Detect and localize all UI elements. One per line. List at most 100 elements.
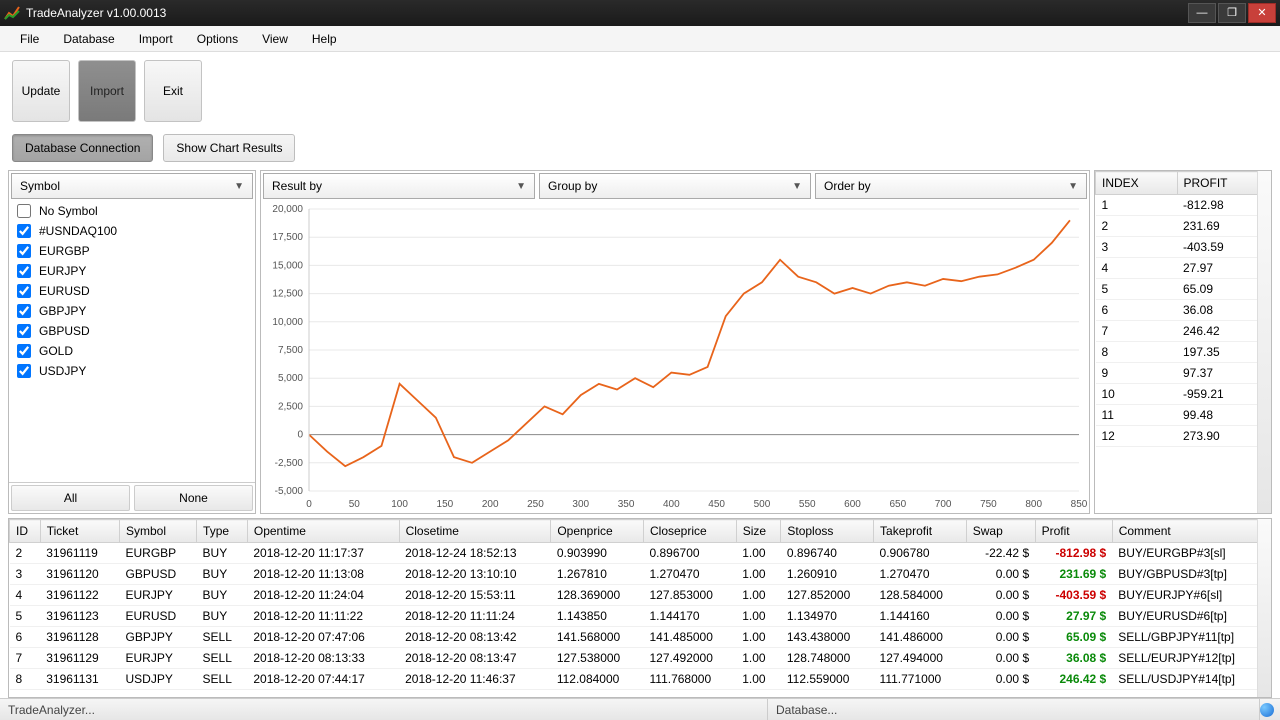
symbol-checkbox[interactable] xyxy=(17,344,31,358)
svg-text:300: 300 xyxy=(572,499,589,510)
titlebar: TradeAnalyzer v1.00.0013 — ❐ ✕ xyxy=(0,0,1280,26)
exit-button[interactable]: Exit xyxy=(144,60,202,122)
column-header[interactable]: Closeprice xyxy=(644,520,737,543)
column-header[interactable]: Type xyxy=(197,520,248,543)
symbol-checkbox[interactable] xyxy=(17,244,31,258)
column-header[interactable]: Stoploss xyxy=(781,520,874,543)
profit-row[interactable]: 10-959.21 xyxy=(1096,384,1271,405)
table-row[interactable]: 431961122EURJPYBUY2018-12-20 11:24:04201… xyxy=(10,585,1271,606)
column-header[interactable]: ID xyxy=(10,520,41,543)
column-header[interactable]: Closetime xyxy=(399,520,551,543)
status-right: Database... xyxy=(768,699,1260,720)
select-none-button[interactable]: None xyxy=(134,485,253,511)
menubar: File Database Import Options View Help xyxy=(0,26,1280,52)
svg-text:100: 100 xyxy=(391,499,408,510)
profit-row[interactable]: 1-812.98 xyxy=(1096,195,1271,216)
symbol-item[interactable]: GBPUSD xyxy=(9,321,255,341)
svg-text:850: 850 xyxy=(1071,499,1088,510)
svg-text:750: 750 xyxy=(980,499,997,510)
column-header[interactable]: Opentime xyxy=(247,520,399,543)
trades-table: IDTicketSymbolTypeOpentimeClosetimeOpenp… xyxy=(8,518,1272,698)
menu-view[interactable]: View xyxy=(250,28,300,50)
menu-database[interactable]: Database xyxy=(51,28,126,50)
profit-row[interactable]: 3-403.59 xyxy=(1096,237,1271,258)
chevron-down-icon: ▼ xyxy=(234,181,244,192)
table-row[interactable]: 231961119EURGBPBUY2018-12-20 11:17:37201… xyxy=(10,543,1271,564)
svg-text:550: 550 xyxy=(799,499,816,510)
symbol-checkbox[interactable] xyxy=(17,364,31,378)
column-header[interactable]: Takeprofit xyxy=(874,520,967,543)
profit-row[interactable]: 997.37 xyxy=(1096,363,1271,384)
profit-row[interactable]: 565.09 xyxy=(1096,279,1271,300)
column-header[interactable]: Ticket xyxy=(40,520,119,543)
symbol-item[interactable]: EURJPY xyxy=(9,261,255,281)
update-button[interactable]: Update xyxy=(12,60,70,122)
svg-text:650: 650 xyxy=(889,499,906,510)
symbol-item[interactable]: GOLD xyxy=(9,341,255,361)
svg-text:500: 500 xyxy=(754,499,771,510)
symbol-item[interactable]: No Symbol xyxy=(9,201,255,221)
chart-panel: Result by▼ Group by▼ Order by▼ -5,000-2,… xyxy=(260,170,1090,514)
symbol-item[interactable]: #USNDAQ100 xyxy=(9,221,255,241)
order-by-dropdown[interactable]: Order by▼ xyxy=(815,173,1087,199)
svg-text:-2,500: -2,500 xyxy=(275,458,304,469)
select-all-button[interactable]: All xyxy=(11,485,130,511)
column-header[interactable]: Swap xyxy=(966,520,1035,543)
menu-help[interactable]: Help xyxy=(300,28,349,50)
table-row[interactable]: 531961123EURUSDBUY2018-12-20 11:11:22201… xyxy=(10,606,1271,627)
symbol-item[interactable]: EURGBP xyxy=(9,241,255,261)
profit-row[interactable]: 1199.48 xyxy=(1096,405,1271,426)
toolbar-main: Update Import Exit xyxy=(0,52,1280,130)
scrollbar[interactable] xyxy=(1257,171,1271,513)
db-connection-button[interactable]: Database Connection xyxy=(12,134,153,162)
profit-row[interactable]: 12273.90 xyxy=(1096,426,1271,447)
symbol-list: No Symbol#USNDAQ100EURGBPEURJPYEURUSDGBP… xyxy=(9,201,255,482)
column-header[interactable]: Profit xyxy=(1035,520,1112,543)
svg-text:15,000: 15,000 xyxy=(272,260,303,271)
profit-row[interactable]: 636.08 xyxy=(1096,300,1271,321)
profit-row[interactable]: 8197.35 xyxy=(1096,342,1271,363)
minimize-button[interactable]: — xyxy=(1188,3,1216,23)
import-button[interactable]: Import xyxy=(78,60,136,122)
profit-row[interactable]: 427.97 xyxy=(1096,258,1271,279)
table-row[interactable]: 731961129EURJPYSELL2018-12-20 08:13:3320… xyxy=(10,648,1271,669)
symbol-checkbox[interactable] xyxy=(17,264,31,278)
menu-file[interactable]: File xyxy=(8,28,51,50)
column-header[interactable]: Size xyxy=(736,520,781,543)
symbol-dropdown[interactable]: Symbol ▼ xyxy=(11,173,253,199)
column-header[interactable]: Openprice xyxy=(551,520,644,543)
table-row[interactable]: 331961120GBPUSDBUY2018-12-20 11:13:08201… xyxy=(10,564,1271,585)
profit-header-index[interactable]: INDEX xyxy=(1096,172,1178,195)
scrollbar[interactable] xyxy=(1257,519,1271,697)
svg-text:250: 250 xyxy=(527,499,544,510)
menu-import[interactable]: Import xyxy=(127,28,185,50)
symbol-item[interactable]: GBPJPY xyxy=(9,301,255,321)
profit-row[interactable]: 2231.69 xyxy=(1096,216,1271,237)
symbol-checkbox[interactable] xyxy=(17,304,31,318)
profit-row[interactable]: 7246.42 xyxy=(1096,321,1271,342)
table-row[interactable]: 831961131USDJPYSELL2018-12-20 07:44:1720… xyxy=(10,669,1271,690)
svg-text:800: 800 xyxy=(1025,499,1042,510)
svg-text:600: 600 xyxy=(844,499,861,510)
symbol-checkbox[interactable] xyxy=(17,224,31,238)
svg-text:400: 400 xyxy=(663,499,680,510)
column-header[interactable]: Symbol xyxy=(120,520,197,543)
maximize-button[interactable]: ❐ xyxy=(1218,3,1246,23)
show-chart-button[interactable]: Show Chart Results xyxy=(163,134,295,162)
status-orb-icon xyxy=(1260,703,1274,717)
symbol-checkbox[interactable] xyxy=(17,204,31,218)
group-by-dropdown[interactable]: Group by▼ xyxy=(539,173,811,199)
statusbar: TradeAnalyzer... Database... xyxy=(0,698,1280,720)
symbol-checkbox[interactable] xyxy=(17,284,31,298)
close-button[interactable]: ✕ xyxy=(1248,3,1276,23)
column-header[interactable]: Comment xyxy=(1112,520,1270,543)
symbol-item[interactable]: EURUSD xyxy=(9,281,255,301)
menu-options[interactable]: Options xyxy=(185,28,250,50)
result-by-dropdown[interactable]: Result by▼ xyxy=(263,173,535,199)
svg-text:0: 0 xyxy=(297,430,303,441)
svg-text:5,000: 5,000 xyxy=(278,373,303,384)
table-row[interactable]: 631961128GBPJPYSELL2018-12-20 07:47:0620… xyxy=(10,627,1271,648)
symbol-item[interactable]: USDJPY xyxy=(9,361,255,381)
symbol-checkbox[interactable] xyxy=(17,324,31,338)
symbol-label: No Symbol xyxy=(39,204,98,218)
